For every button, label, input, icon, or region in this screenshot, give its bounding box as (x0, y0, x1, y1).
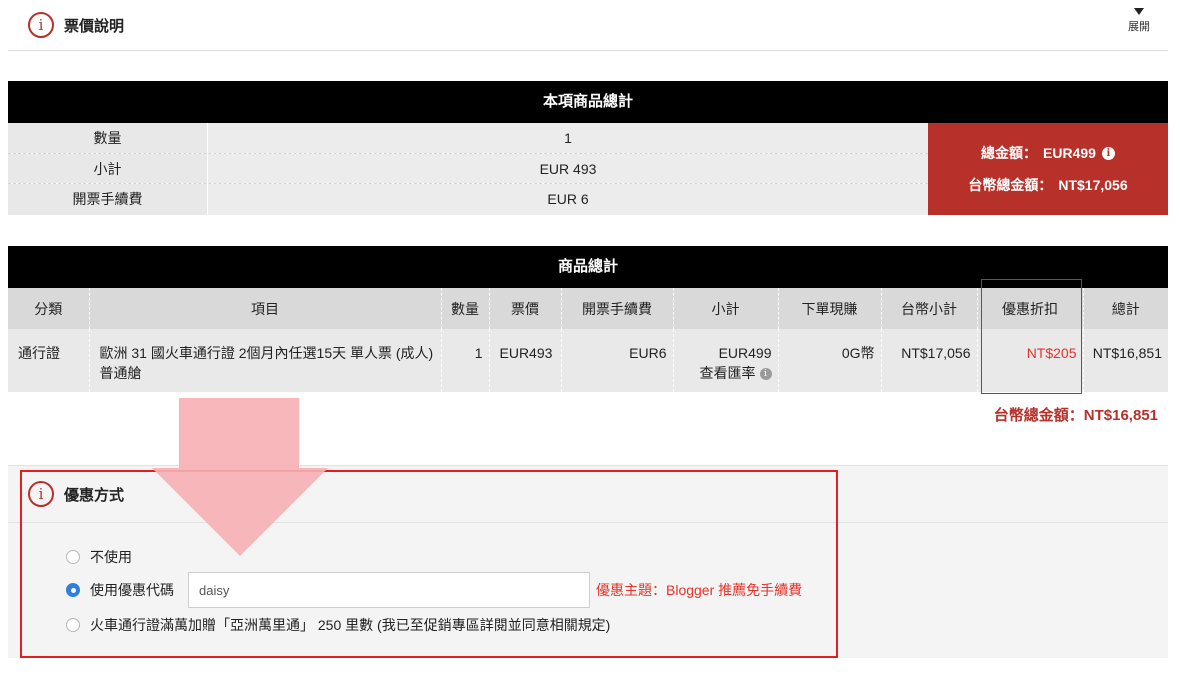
promo-section: i 優惠方式 不使用 使用優惠代碼 優惠主題：Blogger 推薦免手續費 火車… (8, 465, 1168, 658)
column-header: 項目 (89, 288, 442, 329)
radio-icon[interactable] (66, 583, 80, 597)
summary-value: EUR 493 (208, 153, 928, 184)
cell-category: 通行證 (8, 329, 90, 392)
summary-row-fee: 開票手續費 EUR 6 (8, 184, 928, 215)
cell-fee: EUR6 (561, 329, 674, 392)
page-title: 票價說明 (64, 17, 125, 35)
cell-twd-subtotal: NT$17,056 (881, 329, 978, 392)
expand-label: 展開 (1128, 21, 1150, 33)
promo-theme-text: 優惠主題：Blogger 推薦免手續費 (596, 582, 803, 598)
column-header: 開票手續費 (561, 288, 674, 329)
item-summary-title: 本項商品總計 (8, 81, 1168, 123)
cell-subtotal: EUR499 查看匯率 i (673, 329, 779, 392)
item-summary-rows: 數量 1 小計 EUR 493 開票手續費 EUR 6 (8, 123, 928, 215)
cell-qty: 1 (441, 329, 490, 392)
expand-button[interactable]: 展開 (1128, 8, 1150, 34)
cell-discount: NT$205 (977, 329, 1084, 392)
twd-total-value: NT$17,056 (1058, 177, 1128, 193)
after-discount-total-value: NT$16,851 (1083, 407, 1158, 424)
column-header: 分類 (8, 288, 90, 329)
total-label: 總金額： (981, 145, 1038, 161)
column-header: 總計 (1083, 288, 1168, 329)
goods-table: 分類 項目 數量 票價 開票手續費 小計 下單現賺 台幣小計 優惠折扣 總計 通… (8, 288, 1168, 392)
cell-total: NT$16,851 (1083, 329, 1168, 392)
summary-value: EUR 6 (208, 184, 928, 215)
promo-title: 優惠方式 (64, 486, 125, 504)
promo-header: i 優惠方式 (8, 466, 1168, 523)
after-discount-total: 台幣總金額：NT$16,851 (993, 407, 1158, 424)
radio-icon[interactable] (66, 550, 80, 564)
column-header: 下單現賺 (778, 288, 882, 329)
item-summary: 本項商品總計 數量 1 小計 EUR 493 開票手續費 EUR 6 總金額： … (8, 81, 1168, 215)
exchange-rate-link[interactable]: 查看匯率 i (674, 363, 772, 383)
info-icon: i (28, 481, 54, 507)
column-header: 票價 (489, 288, 562, 329)
cell-price: EUR493 (489, 329, 562, 392)
summary-label: 數量 (8, 123, 208, 153)
cell-item: 歐洲 31 國火車通行證 2個月內任選15天 單人票 (成人) 普通艙 (89, 329, 442, 392)
cell-cashback: 0G幣 (778, 329, 882, 392)
subtotal-value: EUR499 (718, 345, 772, 361)
summary-label: 開票手續費 (8, 184, 208, 215)
column-header: 優惠折扣 (977, 288, 1084, 329)
total-value: EUR499 (1043, 145, 1096, 161)
summary-row-qty: 數量 1 (8, 123, 928, 154)
radio-icon[interactable] (66, 618, 80, 632)
info-icon[interactable]: i (759, 368, 772, 381)
option-label: 使用優惠代碼 (90, 582, 174, 598)
option-label: 不使用 (90, 549, 132, 565)
goods-summary-title: 商品總計 (8, 246, 1168, 288)
column-header: 數量 (441, 288, 490, 329)
option-label: 火車通行證滿萬加贈「亞洲萬里通」 250 里數 (我已至促銷專區詳閱並同意相關規… (90, 617, 611, 633)
twd-total-label: 台幣總金額： (968, 177, 1053, 193)
info-icon[interactable]: i (1101, 146, 1115, 160)
fare-info-header: i 票價說明 展開 (8, 0, 1168, 51)
column-header: 小計 (673, 288, 779, 329)
promo-option-code[interactable]: 使用優惠代碼 優惠主題：Blogger 推薦免手續費 (66, 572, 802, 608)
summary-value: 1 (208, 123, 928, 153)
table-row: 通行證 歐洲 31 國火車通行證 2個月內任選15天 單人票 (成人) 普通艙 … (8, 329, 1168, 392)
column-header: 台幣小計 (881, 288, 978, 329)
promo-code-input[interactable] (188, 572, 590, 608)
info-icon: i (28, 12, 54, 38)
promo-option-none[interactable]: 不使用 (66, 547, 132, 567)
goods-summary: 商品總計 分類 項目 數量 票價 開票手續費 小計 下單現賺 台幣小計 優惠折扣… (8, 246, 1168, 392)
caret-down-icon (1134, 8, 1144, 15)
table-header-row: 分類 項目 數量 票價 開票手續費 小計 下單現賺 台幣小計 優惠折扣 總計 (8, 288, 1168, 329)
promo-option-asia-miles[interactable]: 火車通行證滿萬加贈「亞洲萬里通」 250 里數 (我已至促銷專區詳閱並同意相關規… (66, 615, 610, 635)
total-box: 總金額： EUR499 i 台幣總金額： NT$17,056 (928, 123, 1168, 215)
summary-row-subtotal: 小計 EUR 493 (8, 153, 928, 185)
summary-label: 小計 (8, 153, 208, 184)
